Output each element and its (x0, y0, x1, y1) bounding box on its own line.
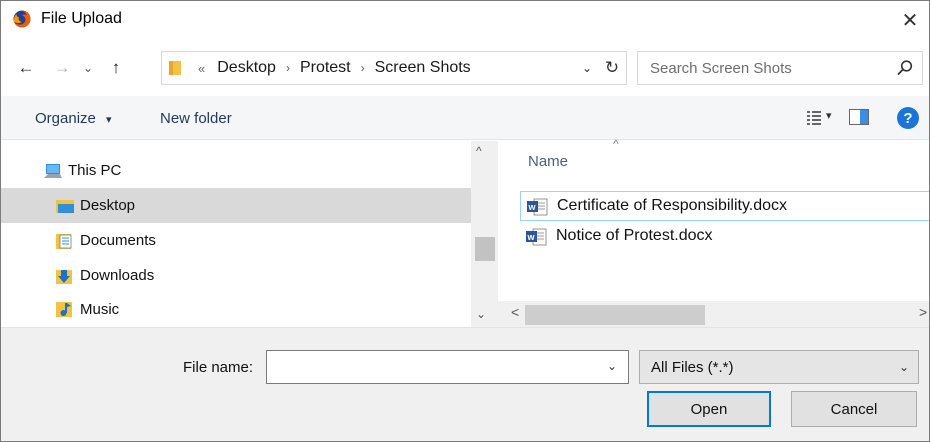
title-bar: File Upload ✕ (1, 1, 929, 41)
close-button[interactable]: ✕ (895, 5, 925, 35)
sidebar-item-music[interactable]: Music (1, 292, 471, 327)
sidebar-item-documents[interactable]: Documents (1, 223, 471, 258)
breadcrumb-screen-shots[interactable]: Screen Shots (375, 59, 471, 77)
file-upload-dialog: File Upload ✕ ← → ⌄ ↑ « Desktop › Protes… (0, 0, 930, 442)
navigation-scrollbar[interactable] (471, 141, 498, 327)
help-button[interactable]: ? (897, 107, 919, 129)
sidebar-item-desktop[interactable]: Desktop (1, 188, 471, 223)
file-name-label: File name: (183, 359, 254, 376)
change-view-button[interactable]: ▾ (807, 107, 835, 129)
sort-ascending-icon: ^ (613, 137, 619, 151)
folder-icon (169, 61, 181, 75)
caret-down-icon: ▾ (106, 114, 112, 126)
breadcrumb-desktop[interactable]: Desktop (217, 59, 276, 77)
new-folder-button[interactable]: New folder (160, 110, 232, 127)
search-box[interactable] (637, 51, 923, 85)
refresh-button[interactable]: ↻ (599, 53, 625, 83)
word-document-icon: w (527, 198, 548, 216)
organize-label: Organize (35, 110, 96, 127)
breadcrumb-overflow-icon[interactable]: « (198, 61, 205, 76)
recent-locations-button[interactable]: ⌄ (75, 54, 101, 82)
help-icon: ? (903, 109, 913, 127)
svg-text:w: w (528, 202, 537, 212)
svg-text:w: w (527, 232, 536, 242)
caret-down-icon: ▾ (826, 110, 832, 122)
back-button[interactable]: ← (13, 54, 39, 82)
file-name-field[interactable] (267, 351, 597, 383)
sidebar-item-label: Music (80, 301, 120, 318)
cancel-button[interactable]: Cancel (791, 391, 917, 427)
file-type-filter-value: All Files (*.*) (651, 359, 734, 376)
computer-icon (44, 164, 62, 178)
address-bar[interactable]: « Desktop › Protest › Screen Shots (161, 51, 627, 85)
back-arrow-icon: ← (17, 58, 35, 77)
new-folder-label: New folder (160, 110, 232, 127)
documents-folder-icon (56, 234, 72, 249)
scroll-down-icon[interactable]: ⌄ (476, 307, 486, 321)
chevron-down-icon: ⌄ (581, 61, 593, 75)
chevron-down-icon[interactable]: ⌄ (607, 359, 617, 373)
sidebar-item-label: Downloads (80, 267, 155, 284)
navigation-scrollbar-thumb[interactable] (475, 237, 495, 261)
preview-pane-icon[interactable] (849, 109, 869, 125)
sidebar-item-downloads[interactable]: Downloads (1, 258, 471, 293)
file-name: Notice of Protest.docx (556, 227, 713, 244)
sidebar-item-label: Desktop (80, 197, 136, 214)
breadcrumb-protest[interactable]: Protest (300, 59, 351, 77)
chevron-down-icon: ⌄ (82, 61, 94, 75)
chevron-right-icon[interactable]: › (361, 61, 365, 75)
organize-menu[interactable]: Organize ▾ (35, 110, 112, 127)
sidebar-item-label: This PC (68, 162, 122, 179)
search-input[interactable] (638, 52, 878, 84)
scroll-left-icon[interactable]: < (511, 304, 519, 320)
file-name: Certificate of Responsibility.docx (557, 197, 788, 214)
open-button[interactable]: Open (647, 391, 771, 427)
window-title: File Upload (41, 10, 122, 27)
command-toolbar: Organize ▾ New folder (1, 96, 929, 140)
column-header-name[interactable]: Name (528, 153, 568, 170)
dialog-footer (1, 327, 929, 441)
firefox-icon (13, 10, 31, 28)
file-row[interactable]: w Certificate of Responsibility.docx (520, 191, 929, 221)
details-view-icon (807, 111, 821, 125)
music-folder-icon (56, 302, 72, 317)
up-arrow-icon: ↑ (111, 58, 121, 77)
forward-button[interactable]: → (49, 54, 75, 82)
desktop-folder-icon (56, 200, 74, 213)
chevron-right-icon[interactable]: › (286, 61, 290, 75)
sidebar-item-this-pc[interactable]: This PC (1, 153, 471, 188)
file-type-filter-select[interactable]: All Files (*.*) ⌄ (639, 350, 919, 384)
file-row[interactable]: w Notice of Protest.docx (520, 222, 929, 252)
word-document-icon: w (526, 228, 547, 246)
refresh-icon: ↻ (604, 58, 620, 77)
sidebar-item-label: Documents (80, 232, 156, 249)
search-icon[interactable] (896, 59, 914, 77)
downloads-folder-icon (56, 270, 72, 284)
scroll-up-icon[interactable]: ^ (476, 144, 482, 158)
address-dropdown-button[interactable]: ⌄ (576, 53, 598, 83)
horizontal-scrollbar-thumb[interactable] (525, 305, 705, 325)
forward-arrow-icon: → (53, 58, 71, 77)
file-name-combobox[interactable] (266, 350, 629, 384)
scroll-right-icon[interactable]: > (919, 304, 927, 320)
chevron-down-icon: ⌄ (898, 360, 909, 374)
close-icon: ✕ (901, 9, 919, 32)
up-button[interactable]: ↑ (103, 54, 129, 82)
